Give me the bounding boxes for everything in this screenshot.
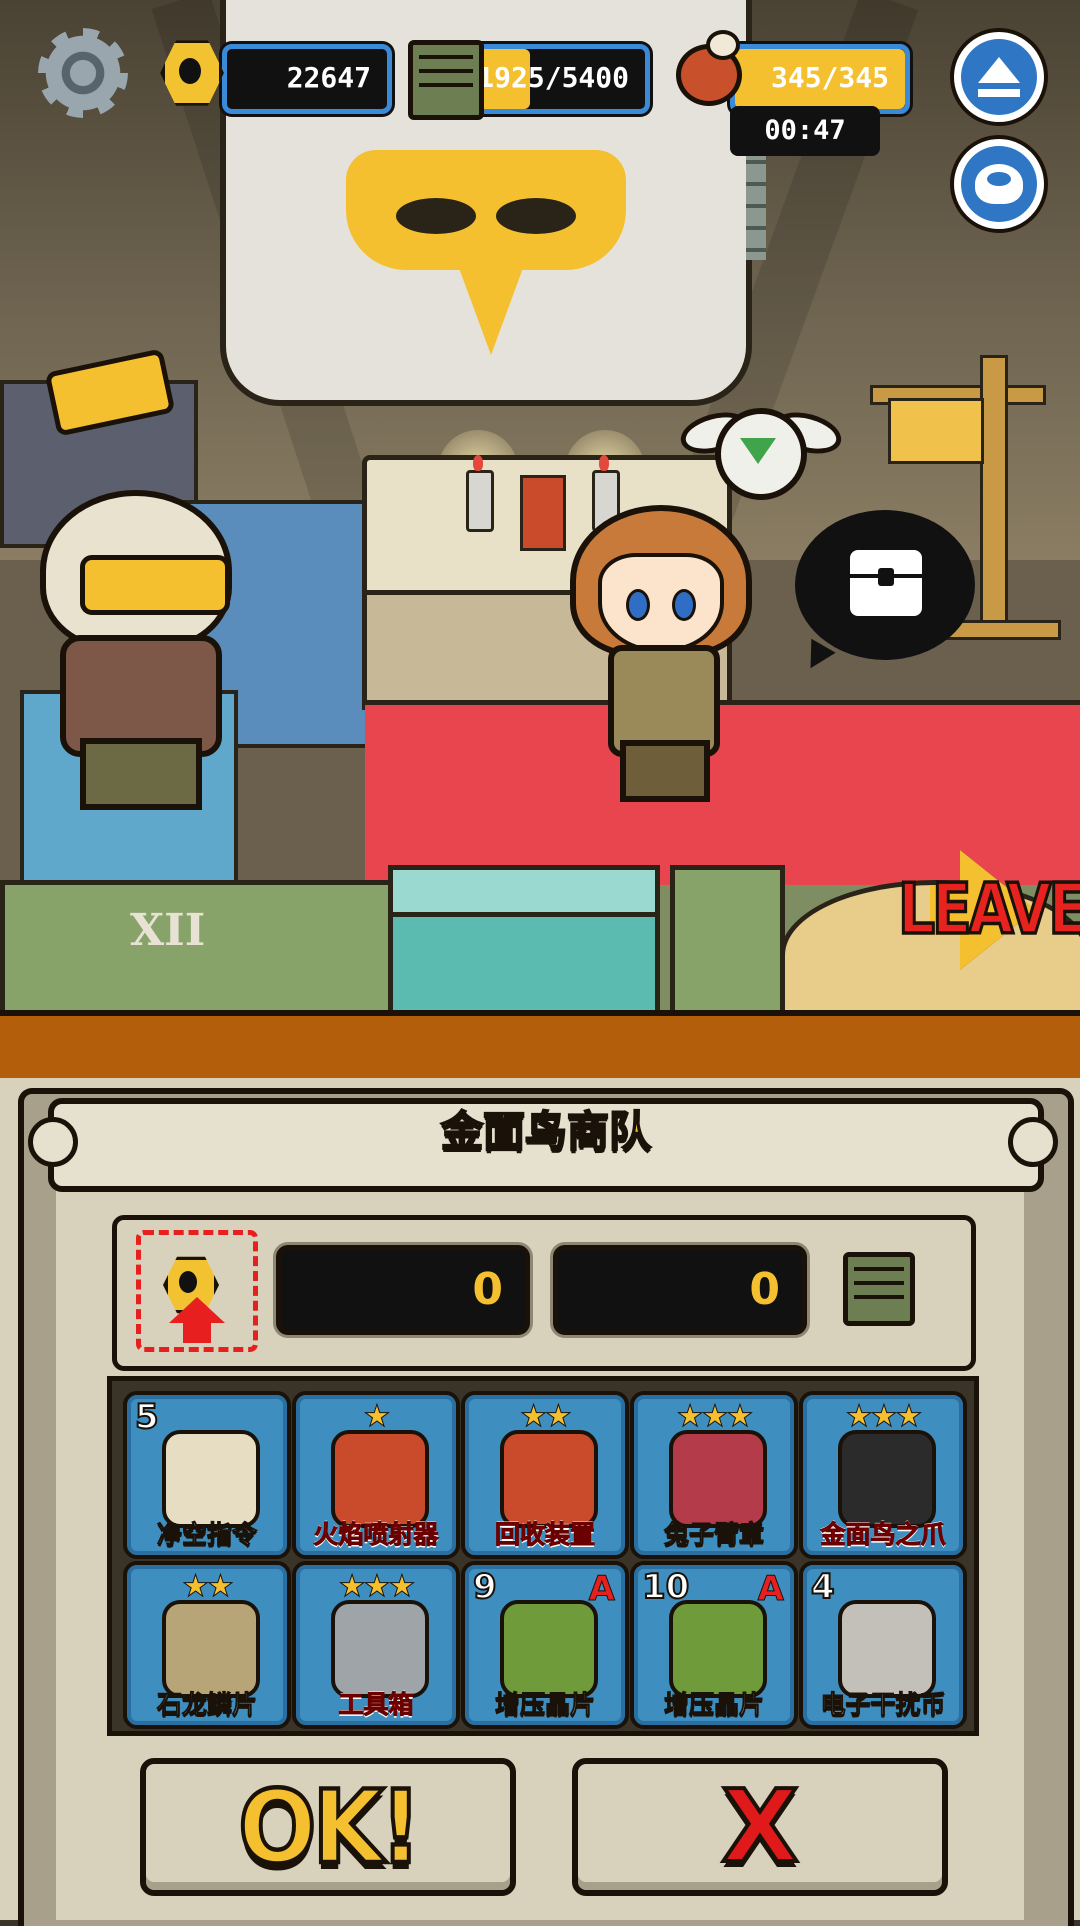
game-scene: XII LEAVE xyxy=(0,0,1080,1010)
supply-amount-field: 0 xyxy=(553,1245,807,1335)
close-icon: X xyxy=(719,1766,800,1887)
item-stars: ★★ xyxy=(182,1569,235,1605)
item-name: 净空指令 xyxy=(156,1520,257,1550)
player-eye xyxy=(672,589,696,621)
winged-helmet-icon[interactable] xyxy=(676,400,846,500)
currency-select-slot[interactable] xyxy=(136,1230,258,1352)
bolts-value: 22647 xyxy=(286,61,371,94)
item-stars: ★★★ xyxy=(676,1399,754,1435)
item-stars: ★★★ xyxy=(338,1569,416,1605)
bolt-amount-field: 0 xyxy=(276,1245,530,1335)
merchant-character[interactable] xyxy=(20,460,260,810)
leave-button[interactable]: LEAVE xyxy=(896,866,1080,951)
ok-button[interactable]: OK! xyxy=(140,1758,516,1896)
hanging-cloth xyxy=(888,398,984,464)
coat-rack xyxy=(980,355,1008,631)
meat-stamina-icon xyxy=(670,30,742,106)
supplies-counter: 1925/5400 xyxy=(460,44,650,114)
shop-title: 金面鸟商队 xyxy=(440,1106,652,1157)
small-crate xyxy=(670,865,785,1010)
shop-item[interactable]: ★★★ 工具箱 xyxy=(292,1561,460,1729)
shop-item[interactable]: 5 净空指令 xyxy=(123,1391,291,1559)
bolt-amount-value: 0 xyxy=(472,1264,503,1315)
shop-item[interactable]: 10 A 增压晶片 xyxy=(630,1561,798,1729)
item-icon xyxy=(162,1430,260,1528)
item-count: 10 xyxy=(641,1566,690,1608)
golden-mask-emblem xyxy=(346,150,626,355)
player-face xyxy=(598,553,724,653)
item-count: 4 xyxy=(810,1566,836,1608)
item-name: 回收装置 xyxy=(494,1520,595,1550)
item-rank-badge: A xyxy=(757,1569,784,1610)
shop-item[interactable]: 4 电子干扰币 xyxy=(799,1561,967,1729)
item-name: 火焰喷射器 xyxy=(313,1520,439,1550)
item-icon xyxy=(162,1600,260,1698)
helmet-gem xyxy=(740,438,776,464)
shop-item[interactable]: ★★★ 兔子臂章 xyxy=(630,1391,798,1559)
item-rank-badge: A xyxy=(588,1569,615,1610)
ok-button-label: OK! xyxy=(236,1766,423,1888)
item-name: 工具箱 xyxy=(338,1690,414,1720)
up-arrow-icon xyxy=(169,1297,225,1323)
supply-amount-value: 0 xyxy=(749,1264,780,1315)
item-icon xyxy=(838,1430,936,1528)
chest-speech-bubble[interactable] xyxy=(795,510,975,660)
merchant-legs xyxy=(80,738,202,810)
shop-item[interactable]: ★★ 石龙鳞片 xyxy=(123,1561,291,1729)
bolts-counter: 22647 xyxy=(222,44,392,114)
item-stars: ★ xyxy=(363,1399,391,1435)
settings-gear-icon[interactable] xyxy=(38,28,128,118)
shop-item[interactable]: ★★★ 金面鸟之爪 xyxy=(799,1391,967,1559)
item-icon xyxy=(669,1430,767,1528)
supply-crate-icon xyxy=(843,1252,915,1326)
player-character[interactable] xyxy=(560,505,760,802)
cancel-button[interactable]: X xyxy=(572,1758,948,1896)
food-counter: 345/345 xyxy=(730,44,910,114)
teal-crate-lid xyxy=(388,865,660,917)
eject-button[interactable] xyxy=(950,28,1048,126)
item-name: 石龙鳞片 xyxy=(156,1690,257,1720)
item-icon xyxy=(331,1600,429,1698)
player-eye xyxy=(626,589,650,621)
item-name: 增压晶片 xyxy=(663,1690,764,1720)
item-icon xyxy=(500,1600,598,1698)
mask-eye xyxy=(396,198,476,234)
item-count: 5 xyxy=(134,1396,160,1438)
item-icon xyxy=(669,1600,767,1698)
stamina-timer: 00:47 xyxy=(730,106,880,156)
eject-icon xyxy=(978,57,1020,83)
candle xyxy=(466,455,494,532)
shop-item[interactable]: 9 A 增压晶片 xyxy=(461,1561,629,1729)
player-legs xyxy=(620,740,710,802)
item-grid: 5 净空指令 ★ 火焰喷射器 ★★ 回收装置 ★★★ 兔子臂章 ★★★ 金面鸟之爪 ★★ 石龙鳞片 ★★… xyxy=(107,1376,979,1736)
treasure-chest-icon xyxy=(850,550,922,616)
item-stars: ★★★ xyxy=(845,1399,923,1435)
food-value: 345/345 xyxy=(770,61,889,94)
bolt-currency-icon xyxy=(160,38,224,108)
item-name: 增压晶片 xyxy=(494,1690,595,1720)
supply-crate-icon xyxy=(408,40,484,120)
mask-beak xyxy=(456,260,526,355)
item-name: 金面鸟之爪 xyxy=(820,1520,946,1550)
supplies-value: 1925/5400 xyxy=(477,61,629,94)
item-name: 电子干扰币 xyxy=(820,1690,946,1720)
ghost-icon xyxy=(975,164,1023,204)
item-name: 兔子臂章 xyxy=(663,1520,764,1550)
ghost-button[interactable] xyxy=(950,135,1048,233)
item-icon xyxy=(331,1430,429,1528)
item-icon xyxy=(838,1600,936,1698)
item-stars: ★★ xyxy=(520,1399,573,1435)
crate-mark: XII xyxy=(130,905,206,956)
mask-eye xyxy=(496,198,576,234)
merchant-goggles xyxy=(80,555,230,615)
item-count: 9 xyxy=(472,1566,498,1608)
shop-item[interactable]: ★ 火焰喷射器 xyxy=(292,1391,460,1559)
item-icon xyxy=(500,1430,598,1528)
shop-item[interactable]: ★★ 回收装置 xyxy=(461,1391,629,1559)
